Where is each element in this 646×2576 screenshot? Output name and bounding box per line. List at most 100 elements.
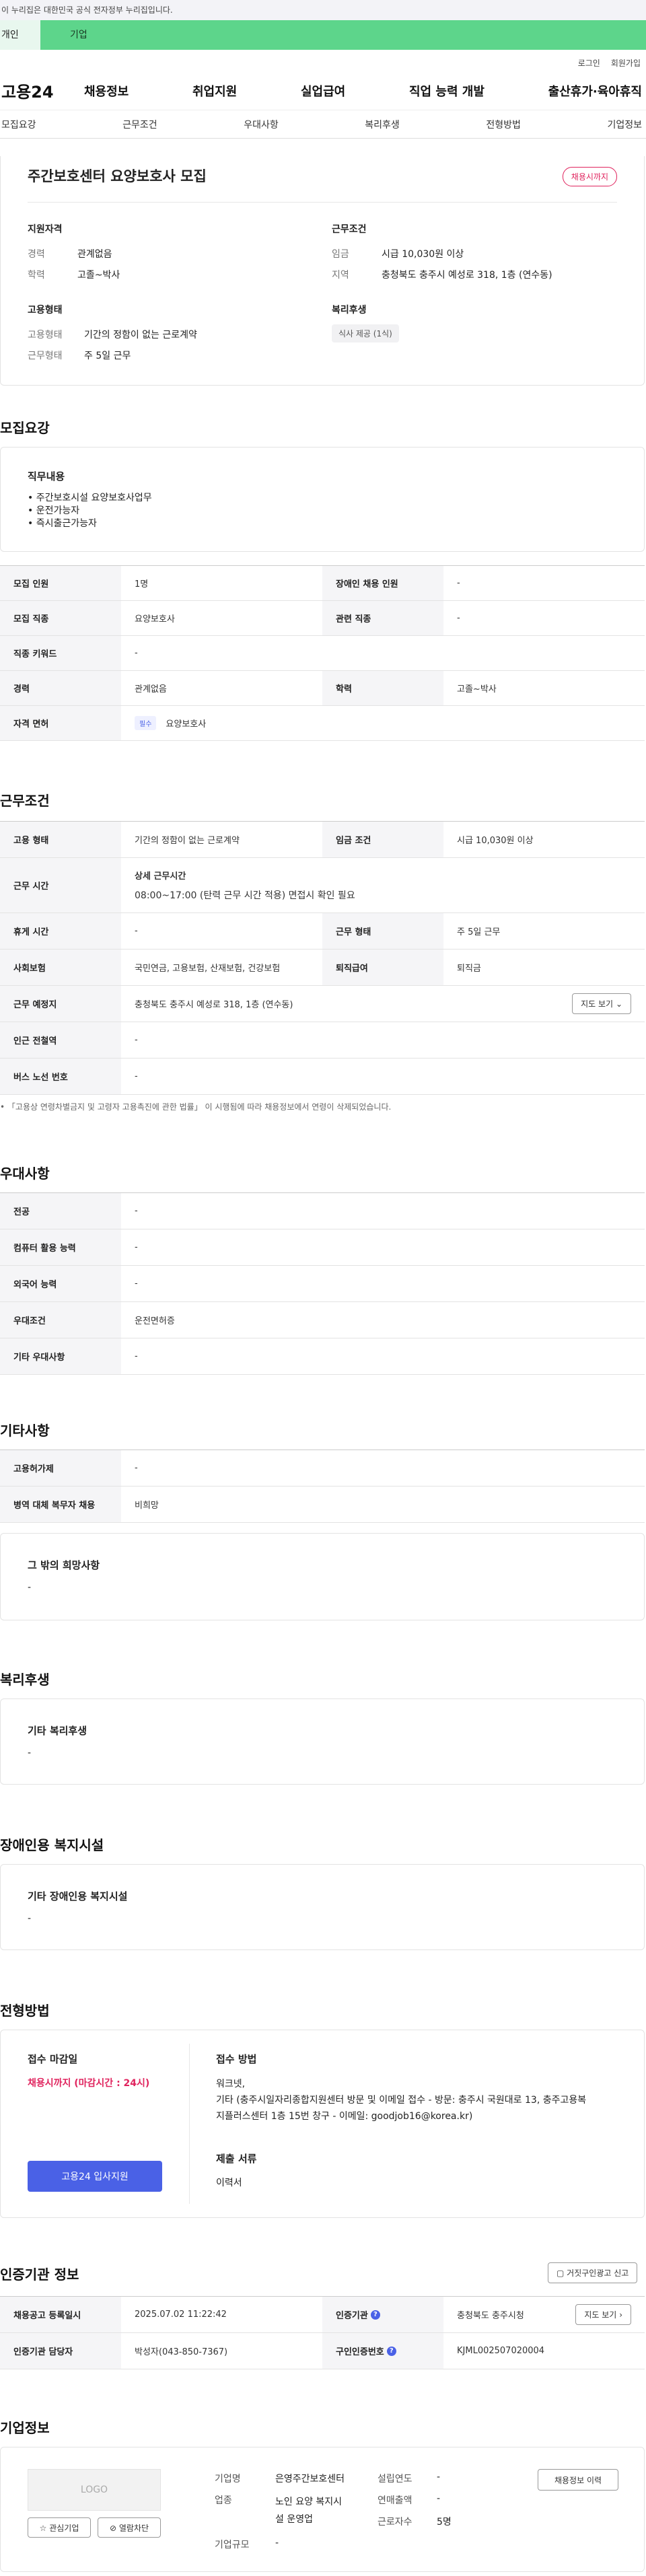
docs-value: 이력서 bbox=[216, 2178, 242, 2188]
cert-table: 채용공고 등록일시 2025.07.02 11:22:42 인증기관? 충청북도… bbox=[0, 2296, 645, 2369]
region-label: 지역 bbox=[332, 270, 349, 281]
mgr-label: 인증기관 담당자 bbox=[0, 2333, 121, 2369]
employees-value: 5명 bbox=[437, 2517, 452, 2528]
map-button-label: 지도 보기 bbox=[581, 999, 614, 1009]
welfare-card: 기타 복리후생 - bbox=[0, 1698, 645, 1785]
deadline-heading: 접수 마감일 bbox=[28, 2053, 78, 2065]
table-row: 근무 시간 상세 근무시간 08:00~17:00 (탄력 근무 시간 적용) … bbox=[0, 858, 645, 913]
report-button-label: 거짓구인광고 신고 bbox=[567, 2268, 629, 2278]
gnb-item-jobs[interactable]: 채용정보 bbox=[84, 82, 129, 100]
career-value: 관계없음 bbox=[135, 684, 167, 694]
block-icon: ⊘ bbox=[109, 2524, 117, 2533]
pref-heading: 우대사항 bbox=[0, 1166, 50, 1182]
company-logo: LOGO bbox=[28, 2469, 161, 2511]
language-label: 외국어 능력 bbox=[0, 1266, 121, 1301]
region-value: 충청북도 충주시 예성로 318, 1층 (연수동) bbox=[382, 270, 552, 281]
chevron-right-icon: › bbox=[619, 2310, 622, 2320]
subway-label: 인근 전철역 bbox=[0, 1022, 121, 1058]
signup-link[interactable]: 회원가입 bbox=[611, 57, 641, 69]
site-logo[interactable]: 고용24 bbox=[0, 79, 84, 102]
star-icon: ☆ bbox=[39, 2524, 47, 2533]
insurance-label: 사회보험 bbox=[0, 950, 121, 985]
map-button[interactable]: 지도 보기 ⌄ bbox=[572, 993, 631, 1014]
facility-heading: 장애인용 복지시설 bbox=[0, 1837, 104, 1853]
table-row: 채용공고 등록일시 2025.07.02 11:22:42 인증기관? 충청북도… bbox=[0, 2297, 645, 2333]
login-link[interactable]: 로그인 bbox=[578, 57, 600, 69]
license-label: 자격 면허 bbox=[0, 706, 121, 740]
form-value: 주 5일 근무 bbox=[457, 927, 501, 937]
info-icon[interactable]: ? bbox=[386, 2346, 396, 2356]
time-label: 근무 시간 bbox=[0, 858, 121, 913]
block-company-button[interactable]: ⊘ 열람차단 bbox=[98, 2517, 161, 2538]
worktype-row: 근무형태 주 5일 근무 bbox=[28, 349, 131, 362]
table-row: 사회보험 국민연금, 고용보험, 산재보험, 건강보험 퇴직급여 퇴직금 bbox=[0, 950, 645, 986]
method-heading: 전형방법 bbox=[0, 2003, 50, 2019]
table-row: 근무 예정지 충청북도 충주시 예성로 318, 1층 (연수동) 지도 보기 … bbox=[0, 986, 645, 1022]
career-label: 경력 bbox=[0, 671, 121, 705]
cert-heading: 인증기관 정보 bbox=[0, 2266, 79, 2283]
wish-value: - bbox=[28, 1582, 32, 1593]
permit-value: - bbox=[135, 1463, 138, 1473]
est-value: - bbox=[437, 2472, 441, 2482]
duty-line: • 즉시출근가능자 bbox=[28, 518, 97, 529]
etc-heading: 기타사항 bbox=[0, 1423, 50, 1439]
size-label: 기업규모 bbox=[215, 2540, 250, 2550]
method-card: 접수 마감일 채용시까지 (마감시간 : 24시) 고용24 입사지원 접수 방… bbox=[0, 2030, 645, 2218]
employees-label: 근로자수 bbox=[378, 2517, 412, 2528]
section-tab-work[interactable]: 근무조건 bbox=[122, 118, 157, 131]
org-value: 충청북도 충주시청 bbox=[457, 2311, 524, 2321]
reg-label: 채용공고 등록일시 bbox=[0, 2297, 121, 2332]
tab-personal[interactable]: 개인 bbox=[0, 20, 40, 50]
edu-value: 고졸~박사 bbox=[457, 684, 497, 694]
apply-button[interactable]: 고용24 입사지원 bbox=[28, 2161, 162, 2192]
gnb-item-benefit[interactable]: 실업급여 bbox=[301, 82, 345, 100]
gov-banner: 이 누리집은 대한민국 공식 전자정부 누리집입니다. bbox=[0, 0, 646, 20]
gnb-item-training[interactable]: 직업 능력 개발 bbox=[409, 82, 485, 100]
career-value: 관계없음 bbox=[77, 249, 112, 260]
time-value: 08:00~17:00 (탄력 근무 시간 적용) 면접시 확인 필요 bbox=[135, 890, 355, 901]
pref-table: 전공 - 컴퓨터 활용 능력 - 외국어 능력 - 우대조건 운전면허증 기타 우대사항… bbox=[0, 1192, 645, 1375]
wage-label: 임금 bbox=[332, 249, 349, 260]
count-value: 1명 bbox=[135, 579, 149, 589]
required-tag: 필수 bbox=[135, 716, 157, 730]
worktype-value: 주 5일 근무 bbox=[84, 351, 131, 361]
tab-company[interactable]: 기업 bbox=[40, 20, 646, 50]
duty-card: 직무내용 • 주간보호시설 요양보호사업무 • 운전가능자 • 즉시출근가능자 bbox=[0, 447, 645, 552]
company-card: LOGO ☆ 관심기업 ⊘ 열람차단 기업명 은영주간보호센터 업종 노인 요양… bbox=[0, 2447, 645, 2572]
welfare-section-heading: 복리후생 bbox=[0, 1672, 50, 1688]
table-row: 경력 관계없음 학력 고졸~박사 bbox=[0, 671, 645, 706]
facility-etc-heading: 기타 장애인용 복지시설 bbox=[28, 1890, 128, 1902]
reg-value: 2025.07.02 11:22:42 bbox=[135, 2310, 227, 2320]
section-tab-recruit[interactable]: 모집요강 bbox=[1, 118, 36, 131]
major-value: - bbox=[135, 1206, 138, 1216]
section-tab-method[interactable]: 전형방법 bbox=[486, 118, 521, 131]
org-map-button[interactable]: 지도 보기 › bbox=[575, 2304, 631, 2325]
section-tab-welfare[interactable]: 복리후생 bbox=[365, 118, 400, 131]
company-heading: 기업정보 bbox=[0, 2420, 50, 2436]
divider bbox=[28, 202, 617, 203]
industry-label: 업종 bbox=[215, 2495, 232, 2506]
etc-table: 고용허가제 - 병역 대체 복무자 채용 비희망 bbox=[0, 1450, 645, 1523]
career-row: 경력 관계없음 bbox=[28, 247, 112, 260]
info-icon[interactable]: ? bbox=[370, 2310, 380, 2320]
keyword-value: - bbox=[135, 648, 138, 658]
bus-label: 버스 노선 번호 bbox=[0, 1059, 121, 1094]
report-button[interactable]: ▢ 거짓구인광고 신고 bbox=[548, 2262, 638, 2283]
job-title: 주간보호센터 요양보호사 모집 bbox=[28, 168, 207, 184]
emptype-row: 고용형태 기간의 정함이 없는 근로계약 bbox=[28, 328, 197, 341]
job-value: 요양보호사 bbox=[135, 614, 175, 624]
emp-heading: 고용형태 bbox=[28, 305, 63, 316]
gnb-item-leave[interactable]: 출산휴가·육아휴직 bbox=[548, 82, 642, 100]
job-history-button[interactable]: 채용정보 이력 bbox=[538, 2469, 618, 2491]
section-tab-pref[interactable]: 우대사항 bbox=[244, 118, 279, 131]
rest-label: 휴게 시간 bbox=[0, 913, 121, 949]
favorite-company-button[interactable]: ☆ 관심기업 bbox=[28, 2517, 91, 2538]
wish-card: 그 밖의 희망사항 - bbox=[0, 1533, 645, 1620]
keyword-label: 직종 키워드 bbox=[0, 636, 121, 670]
table-row: 휴게 시간 - 근무 형태 주 5일 근무 bbox=[0, 913, 645, 950]
section-tab-company[interactable]: 기업정보 bbox=[607, 118, 642, 131]
gnb-item-support[interactable]: 취업지원 bbox=[192, 82, 237, 100]
edu-row: 학력 고졸~박사 bbox=[28, 268, 120, 281]
major-label: 전공 bbox=[0, 1193, 121, 1229]
table-row: 모집 직종 요양보호사 관련 직종 - bbox=[0, 601, 645, 636]
